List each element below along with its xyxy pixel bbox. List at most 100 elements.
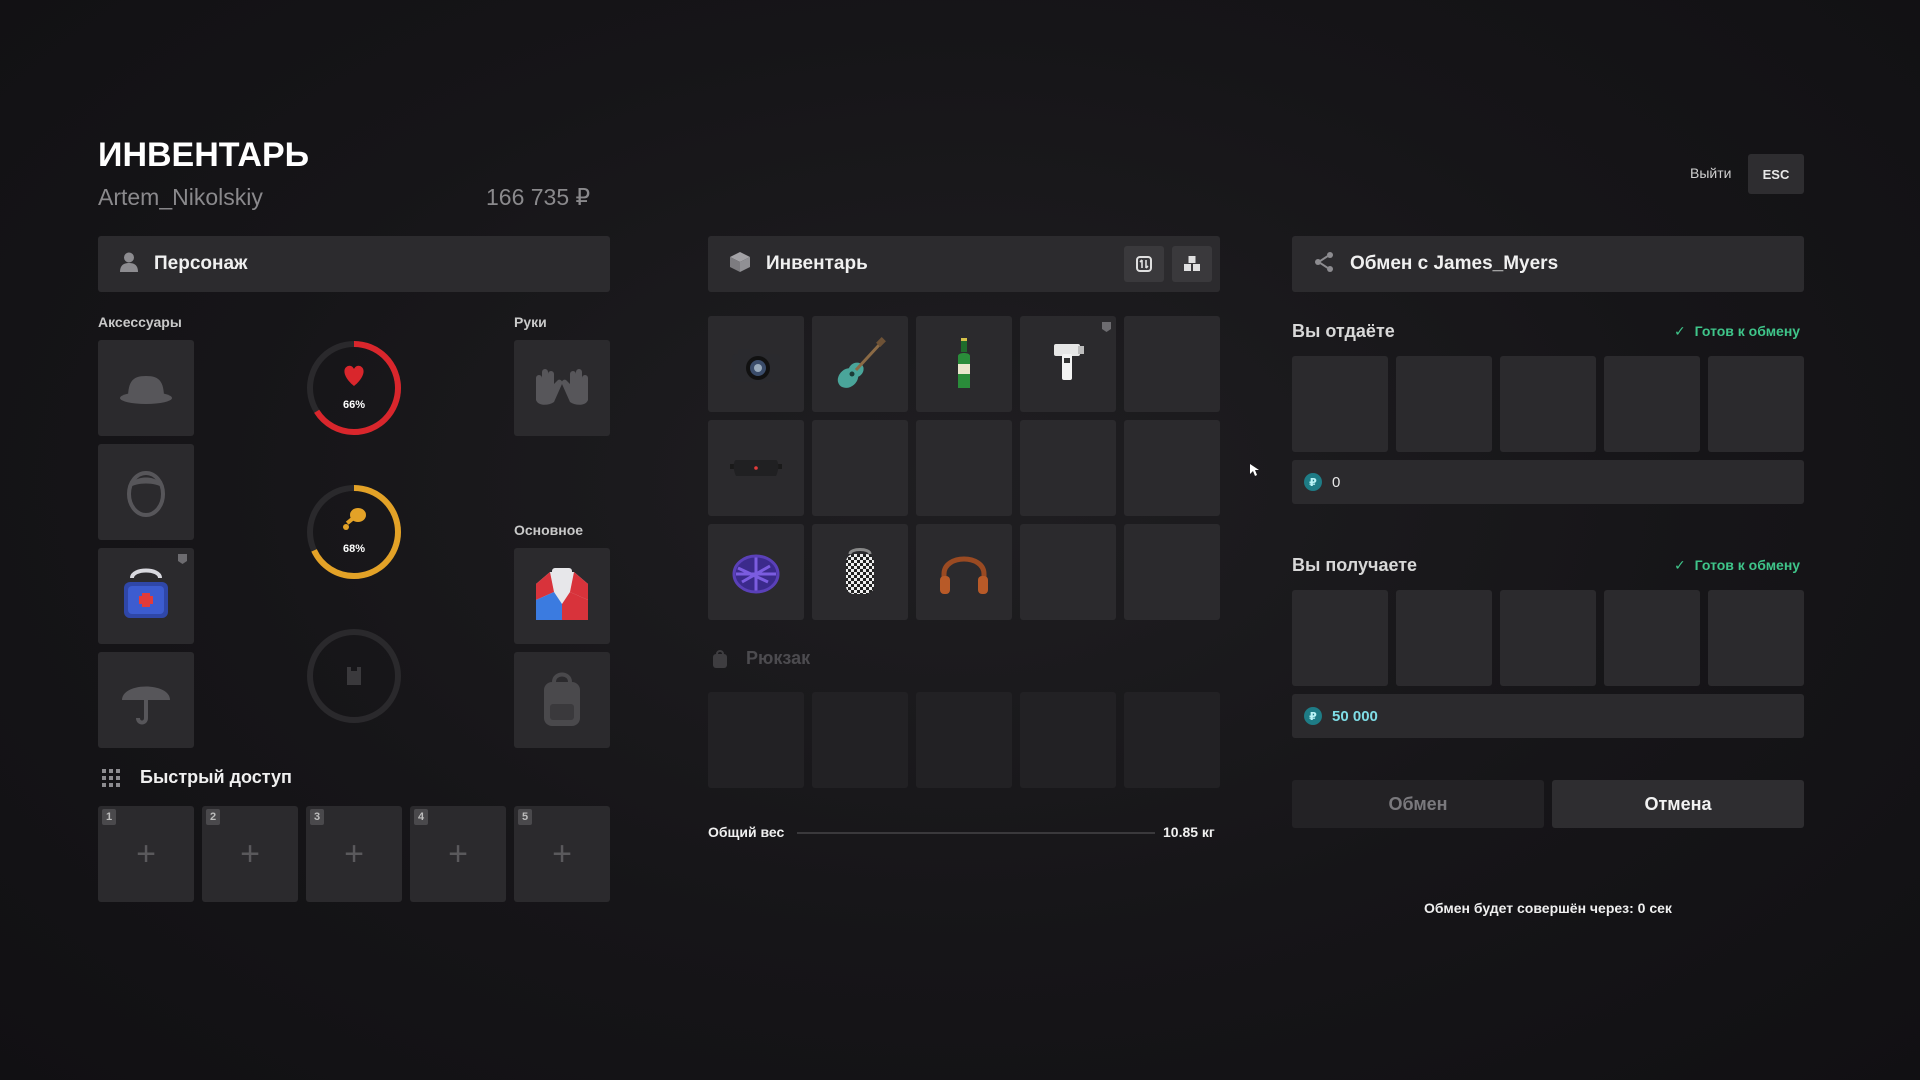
inventory-slot-9[interactable] [1020,420,1116,516]
stack-button[interactable] [1172,246,1212,282]
receive-slot-4[interactable] [1604,590,1700,686]
plus-icon: + [240,834,260,873]
mask-slot[interactable] [98,444,194,540]
quick-slot-3[interactable]: 3 + [306,806,402,902]
backpack-header: Рюкзак [712,648,810,669]
exit-label[interactable]: Выйти [1690,165,1731,181]
receive-slot-5[interactable] [1708,590,1804,686]
give-money-value: 0 [1332,473,1341,491]
hat-icon [120,376,172,404]
receive-slot-1[interactable] [1292,590,1388,686]
quick-slot-1[interactable]: 1 + [98,806,194,902]
esc-button[interactable]: ESC [1748,154,1804,194]
inventory-slot-6[interactable] [708,420,804,516]
give-slot-4[interactable] [1604,356,1700,452]
inventory-slot-12[interactable] [812,524,908,620]
quick-access-header: Быстрый доступ [102,767,292,788]
backpack-slot-3 [916,692,1012,788]
give-label: Вы отдаёте [1292,321,1395,341]
hands-label: Руки [514,314,547,330]
check-icon: ✓ [1674,557,1686,573]
clothing-slot[interactable] [514,548,610,644]
camera-icon [732,349,780,382]
head-icon [127,471,165,517]
hunger-ring: 68% [305,483,403,581]
give-slot-5[interactable] [1708,356,1804,452]
weight-value: 10.85 кг [1163,824,1215,840]
check-icon: ✓ [1674,323,1686,339]
trade-title: Обмен с James_Myers [1350,253,1559,274]
backpack-slot[interactable] [514,652,610,748]
headphones-icon [940,556,988,594]
exchange-button[interactable]: Обмен [1292,780,1544,828]
backpack-small-icon [713,649,727,668]
armor-ring [305,627,403,725]
give-slot-1[interactable] [1292,356,1388,452]
inventory-title: Инвентарь [766,253,868,274]
medical-bag-icon [124,554,187,618]
inventory-slot-3[interactable] [916,316,1012,412]
person-icon [118,251,140,278]
quick-slot-4[interactable]: 4 + [410,806,506,902]
backpack-slot-4 [1020,692,1116,788]
inventory-slot-11[interactable] [708,524,804,620]
character-title: Персонаж [154,253,248,274]
balance: 166 735 ₽ [486,184,591,210]
receive-label: Вы получаете [1292,555,1418,575]
share-icon [1312,250,1336,279]
inventory-slot-15[interactable] [1124,524,1220,620]
health-ring: 66% [305,339,403,437]
backpack-slot-5 [1124,692,1220,788]
character-header: Персонаж [98,236,610,292]
umbrella-icon [122,686,170,725]
backpack-slot-1 [708,692,804,788]
receive-money-display: ₽ 50 000 [1292,694,1804,738]
hat-slot[interactable] [98,340,194,436]
inventory-slot-14[interactable] [1020,524,1116,620]
trade-header: Обмен с James_Myers [1292,236,1804,292]
page-title: ИНВЕНТАРЬ [98,136,310,174]
give-slot-3[interactable] [1500,356,1596,452]
hunger-percent: 68% [342,543,366,555]
guitar-icon [837,337,886,388]
purple-beret-icon [732,554,780,594]
give-ready-label: Готов к обмену [1694,323,1801,339]
inventory-slot-2[interactable] [812,316,908,412]
umbrella-slot[interactable] [98,652,194,748]
receive-money-value: 50 000 [1332,707,1378,725]
inventory-slot-13[interactable] [916,524,1012,620]
inventory-slot-8[interactable] [916,420,1012,516]
receive-ready-status: ✓ Готов к обмену [1674,557,1800,574]
receive-slot-2[interactable] [1396,590,1492,686]
hands-slot[interactable] [514,340,610,436]
quick-slot-5[interactable]: 5 + [514,806,610,902]
plus-icon: + [344,834,364,873]
mouse-cursor [1249,463,1259,482]
quick-slot-2[interactable]: 2 + [202,806,298,902]
inventory-slot-5[interactable] [1124,316,1220,412]
inventory-slot-1[interactable] [708,316,804,412]
give-money-input[interactable]: ₽ 0 [1292,460,1804,504]
ruble-icon: ₽ [1304,707,1322,725]
main-label: Основное [514,522,584,538]
inventory-slot-4[interactable] [1020,316,1116,412]
accessories-label: Аксессуары [98,314,182,330]
trade-timer: Обмен будет совершён через: 0 сек [1424,900,1672,916]
backpack-label: Рюкзак [746,648,811,668]
stack-icon [1184,256,1200,271]
inventory-slot-7[interactable] [812,420,908,516]
armor-vest-icon [347,667,361,685]
cancel-button[interactable]: Отмена [1552,780,1804,828]
give-ready-status: ✓ Готов к обмену [1674,323,1800,340]
jacket-icon [536,568,588,620]
sort-icon [1136,256,1152,272]
inventory-slot-10[interactable] [1124,420,1220,516]
belt-bag-icon [730,460,782,476]
receive-slot-3[interactable] [1500,590,1596,686]
drumstick-icon [343,508,366,530]
give-slot-2[interactable] [1396,356,1492,452]
radar-gun-icon [1054,322,1111,380]
bag-slot[interactable] [98,548,194,644]
backpack-slot-2 [812,692,908,788]
sort-button[interactable] [1124,246,1164,282]
